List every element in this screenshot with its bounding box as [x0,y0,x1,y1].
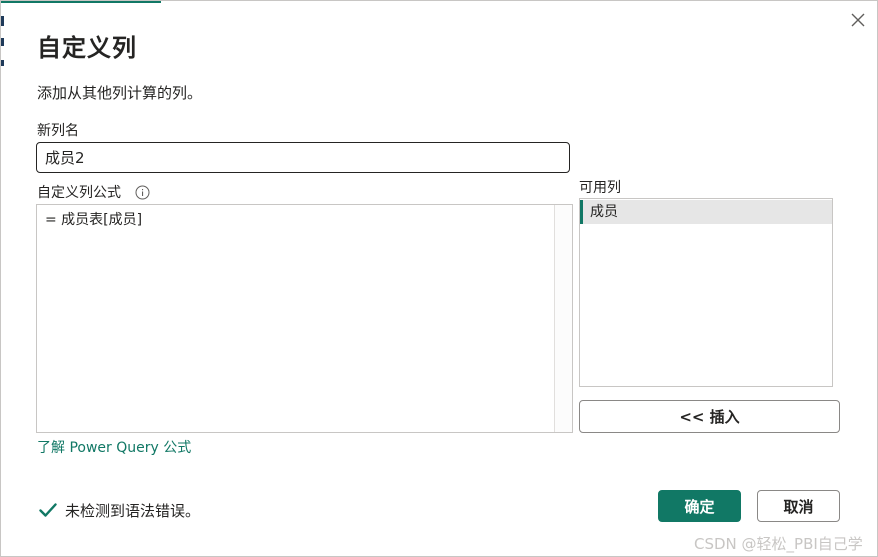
ok-button[interactable]: 确定 [658,490,741,522]
new-column-name-input[interactable] [36,142,570,173]
checkmark-icon [39,503,57,517]
new-column-name-label: 新列名 [37,123,79,139]
left-edge-strip [1,38,4,46]
formula-scrollbar[interactable] [554,205,572,432]
close-icon [851,13,865,27]
syntax-status: 未检测到语法错误。 [39,499,200,521]
dialog-title: 自定义列 [37,34,137,62]
dialog-subtitle: 添加从其他列计算的列。 [37,84,203,102]
top-accent-strip [1,1,161,3]
insert-button[interactable]: << 插入 [579,400,840,433]
info-icon[interactable] [135,185,150,200]
syntax-status-text: 未检测到语法错误。 [65,501,201,520]
available-columns-label: 可用列 [579,180,621,196]
close-button[interactable] [847,9,869,31]
formula-text[interactable]: = 成员表[成员] [45,209,142,229]
watermark: CSDN @轻松_PBI自己学 [694,535,863,553]
cancel-button[interactable]: 取消 [757,490,840,522]
left-edge-strip [1,16,4,26]
left-edge-strip [1,60,4,66]
available-columns-list[interactable]: 成员 [579,198,833,387]
learn-power-query-link[interactable]: 了解 Power Query 公式 [37,437,191,457]
formula-label: 自定义列公式 [37,185,121,201]
available-column-item[interactable]: 成员 [580,200,832,224]
custom-column-dialog: 自定义列 添加从其他列计算的列。 新列名 自定义列公式 = 成员表[成员] 可用… [0,0,878,557]
formula-editor[interactable]: = 成员表[成员] [36,204,573,433]
